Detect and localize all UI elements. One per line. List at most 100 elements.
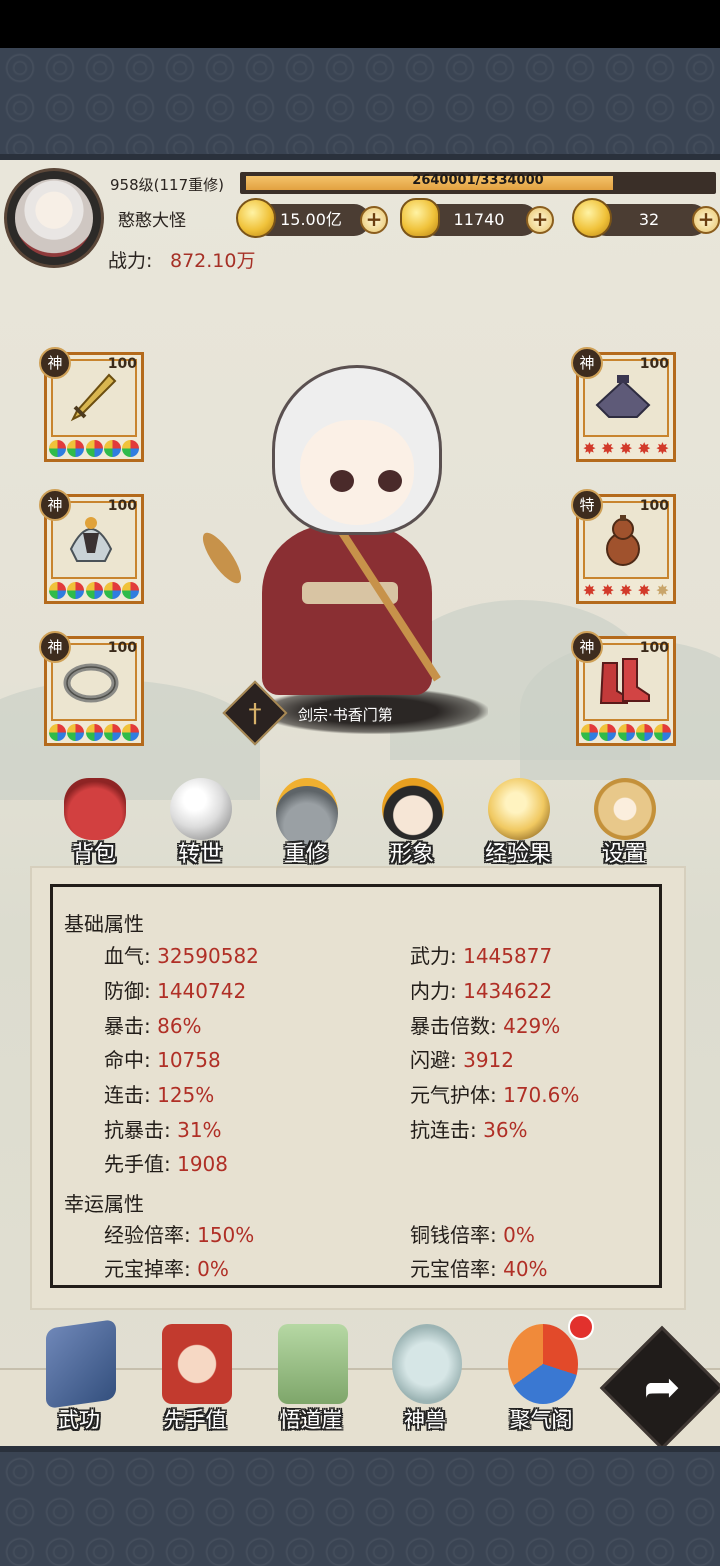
- nav-initiative[interactable]: 先手值: [140, 1318, 250, 1440]
- nav-label: 悟道崖: [279, 1408, 343, 1432]
- slot-level: 100: [639, 498, 669, 514]
- gold-gourd-value: 32: [638, 210, 660, 229]
- equip-slot-helmet[interactable]: 神 100: [39, 489, 144, 604]
- sect-name: 剑宗·书香门第: [298, 706, 393, 724]
- stat-exp-rate: 经验倍率: 150%: [104, 1223, 255, 1247]
- add-copper-button[interactable]: +: [360, 206, 388, 234]
- stat-crit-multiplier: 暴击倍数: 429%: [410, 1014, 561, 1038]
- arrow-icon: ➦: [643, 1362, 681, 1413]
- recultivate-button[interactable]: 重修: [258, 778, 354, 867]
- grade-badge: 神: [571, 347, 603, 379]
- hand-icon: [162, 1324, 232, 1404]
- bag-icon: [64, 778, 126, 840]
- flame-icon: [508, 1324, 578, 1404]
- slot-level: 100: [107, 356, 137, 372]
- equip-slot-weapon[interactable]: 神 100: [39, 347, 144, 462]
- stat-inner-power: 内力: 1434622: [410, 979, 553, 1003]
- add-gold-gourd-button[interactable]: +: [692, 206, 720, 234]
- slot-level: 100: [107, 640, 137, 656]
- nav-label: 神兽: [404, 1408, 446, 1432]
- avatar[interactable]: [4, 168, 104, 268]
- stat-defense: 防御: 1440742: [104, 979, 247, 1003]
- gourd-icon: [606, 515, 640, 566]
- grade-badge: 神: [39, 347, 71, 379]
- appearance-button[interactable]: 形象: [364, 778, 460, 867]
- exp-text: 2640001/3334000: [412, 173, 544, 188]
- star-row: ✸ ✸ ✸ ✸ ✸: [582, 439, 670, 458]
- bag-label: 背包: [71, 842, 116, 867]
- orb-icon: [170, 778, 232, 840]
- gem-row: [49, 582, 139, 600]
- luck-stats-title: 幸运属性: [64, 1192, 144, 1216]
- nav-beast[interactable]: 神兽: [370, 1318, 480, 1440]
- equip-slot-hat[interactable]: 神 100 ✸ ✸ ✸ ✸ ✸: [571, 347, 676, 462]
- gold-gourd-icon: [572, 198, 612, 238]
- equip-slot-gourd[interactable]: 特 100 ✸ ✸ ✸ ✸ ✸: [571, 489, 676, 604]
- stat-crit-resist: 抗暴击: 31%: [104, 1118, 222, 1142]
- nav-cliff[interactable]: 悟道崖: [256, 1318, 366, 1440]
- stat-combo: 连击: 125%: [104, 1083, 215, 1107]
- boots-icon: [599, 658, 650, 704]
- cloud-border-bottom: [0, 1446, 720, 1566]
- gold-ingot-icon: [400, 198, 440, 238]
- cloud-border-top: [0, 48, 720, 160]
- nav-martial-arts[interactable]: 武功: [24, 1318, 134, 1440]
- copper-coin-icon: [236, 198, 276, 238]
- cliff-icon: [278, 1324, 348, 1404]
- settings-label: 设置: [601, 842, 646, 867]
- ring-icon: [63, 663, 119, 703]
- slot-level: 100: [639, 356, 669, 372]
- hat-icon: [595, 375, 651, 418]
- nav-label: 聚气阁: [509, 1408, 573, 1432]
- base-stats-title: 基础属性: [64, 912, 144, 936]
- player-level: 958级(117重修): [110, 176, 224, 194]
- stat-hit: 命中: 10758: [104, 1048, 221, 1072]
- grade-badge: 特: [571, 489, 603, 521]
- slot-level: 100: [639, 640, 669, 656]
- equip-slot-ring[interactable]: 神 100: [39, 631, 144, 746]
- fruit-icon: [488, 778, 550, 840]
- book-icon: [46, 1319, 116, 1409]
- power-value: 872.10万: [170, 250, 256, 272]
- helmet-icon: [69, 517, 113, 562]
- player-name: 憨憨大怪: [118, 211, 186, 231]
- stat-attack: 武力: 1445877: [410, 944, 553, 968]
- stat-vital-shield: 元气护体: 170.6%: [410, 1083, 580, 1107]
- grade-badge: 神: [571, 631, 603, 663]
- notification-dot: [568, 1314, 594, 1340]
- stat-crit: 暴击: 86%: [104, 1014, 202, 1038]
- copper-coin-value: 15.00亿: [280, 210, 342, 229]
- gold-ingot-value: 11740: [453, 210, 505, 229]
- grade-badge: 神: [39, 631, 71, 663]
- exp-fruit-label: 经验果: [484, 842, 551, 867]
- stat-initiative: 先手值: 1908: [104, 1152, 229, 1176]
- rebirth-button[interactable]: 转世: [152, 778, 248, 867]
- stat-hp: 血气: 32590582: [104, 944, 259, 968]
- bag-button[interactable]: 背包: [46, 778, 142, 867]
- face-icon: [382, 778, 444, 840]
- exp-fruit-button[interactable]: 经验果: [470, 778, 566, 867]
- nav-label: 先手值: [163, 1408, 227, 1432]
- gem-row: [581, 724, 671, 742]
- rebirth-label: 转世: [177, 842, 222, 867]
- add-gold-ingot-button[interactable]: +: [526, 206, 554, 234]
- grade-badge: 神: [39, 489, 71, 521]
- gem-row: [49, 440, 139, 458]
- lion-icon: [392, 1324, 462, 1404]
- sword-sect-icon: †: [248, 699, 262, 729]
- exp-bar: 2640001/3334000: [240, 172, 716, 194]
- sword-icon: [70, 373, 117, 422]
- gear-icon: [594, 778, 656, 840]
- character-body: [262, 525, 432, 695]
- stat-ingot-drop: 元宝掉率: 0%: [104, 1257, 229, 1281]
- stat-dodge: 闪避: 3912: [410, 1048, 515, 1072]
- status-bar: [0, 0, 720, 48]
- equip-slot-boots[interactable]: 神 100: [571, 631, 676, 746]
- stat-combo-resist: 抗连击: 36%: [410, 1118, 528, 1142]
- star-row: ✸ ✸ ✸ ✸ ✸: [582, 581, 670, 600]
- character-eye: [378, 470, 402, 492]
- settings-button[interactable]: 设置: [576, 778, 672, 867]
- nav-label: 武功: [58, 1408, 100, 1432]
- power-label: 战力:: [108, 250, 153, 272]
- stat-ingot-rate: 元宝倍率: 40%: [410, 1257, 548, 1281]
